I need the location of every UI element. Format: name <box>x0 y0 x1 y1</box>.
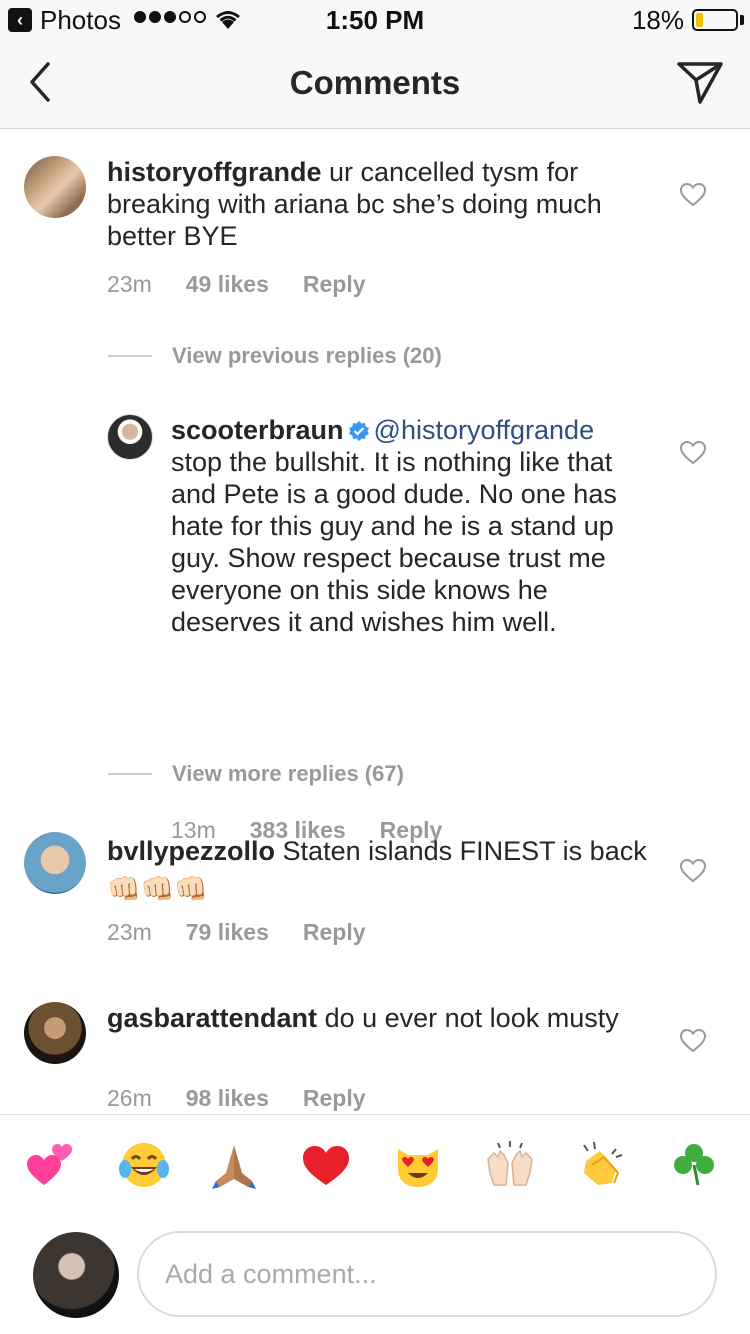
comment-likes[interactable]: 49 likes <box>186 271 269 298</box>
comment-likes[interactable]: 98 likes <box>186 1085 269 1112</box>
view-previous-replies-label: View previous replies (20) <box>172 343 442 368</box>
comment-composer <box>0 1214 750 1334</box>
comment-time: 23m <box>107 919 152 945</box>
view-previous-replies-button[interactable]: View previous replies (20) <box>108 343 442 369</box>
raising-hands-emoji[interactable] <box>484 1139 536 1191</box>
comment-likes[interactable]: 79 likes <box>186 919 269 946</box>
comment-time: 26m <box>107 1085 152 1111</box>
view-more-replies-button[interactable]: View more replies (67) <box>108 761 404 787</box>
comment-username[interactable]: scooterbraun <box>171 415 344 445</box>
avatar[interactable] <box>24 156 86 218</box>
praying-hands-emoji[interactable] <box>208 1139 260 1191</box>
reply-button[interactable]: Reply <box>303 271 366 298</box>
reply-button[interactable]: Reply <box>303 919 366 946</box>
shamrock-emoji[interactable] <box>668 1139 720 1191</box>
divider <box>108 355 152 357</box>
divider <box>108 773 152 775</box>
avatar[interactable] <box>107 414 153 460</box>
page-title: Comments <box>289 64 461 101</box>
comment-text: do u ever not look musty <box>324 1003 619 1033</box>
comment-meta: 23m 49 likes Reply <box>107 271 366 298</box>
comment-meta: 26m 98 likes Reply <box>107 1085 366 1112</box>
tears-of-joy-emoji[interactable] <box>118 1139 170 1191</box>
comment-username[interactable]: bvllypezzollo <box>107 836 275 866</box>
add-comment-input[interactable] <box>137 1231 717 1317</box>
like-heart-icon[interactable] <box>680 1029 706 1053</box>
comment-username[interactable]: historyoffgrande <box>107 157 322 187</box>
like-heart-icon[interactable] <box>680 859 706 883</box>
comment-username[interactable]: gasbarattendant <box>107 1003 317 1033</box>
avatar[interactable] <box>24 832 86 894</box>
battery-percent: 18% <box>631 5 684 35</box>
two-hearts-emoji[interactable] <box>24 1139 76 1191</box>
comment-meta: 23m 79 likes Reply <box>107 919 366 946</box>
comments-list[interactable]: historyoffgrande ur cancelled tysm for b… <box>0 129 750 1114</box>
current-user-avatar <box>33 1232 119 1318</box>
status-bar: ‹ Photos 1:50 PM 18% <box>0 0 750 40</box>
battery-icon <box>692 9 738 31</box>
red-heart-emoji[interactable] <box>300 1139 352 1191</box>
comment-text: stop the bullshit. It is nothing like th… <box>171 447 617 637</box>
like-heart-icon[interactable] <box>680 183 706 207</box>
nav-bar: Comments <box>0 40 750 129</box>
heart-eyes-cat-emoji[interactable] <box>392 1139 444 1191</box>
comment-mention[interactable]: @historyoffgrande <box>374 415 595 445</box>
comment-time: 23m <box>107 271 152 297</box>
quick-emoji-bar <box>0 1114 750 1215</box>
like-heart-icon[interactable] <box>680 441 706 465</box>
clapping-hands-emoji[interactable] <box>576 1139 628 1191</box>
verified-badge-icon <box>348 421 369 441</box>
battery-cap <box>740 15 744 25</box>
direct-send-icon[interactable] <box>676 58 724 106</box>
reply-button[interactable]: Reply <box>303 1085 366 1112</box>
avatar[interactable] <box>24 1002 86 1064</box>
view-more-replies-label: View more replies (67) <box>172 761 404 786</box>
